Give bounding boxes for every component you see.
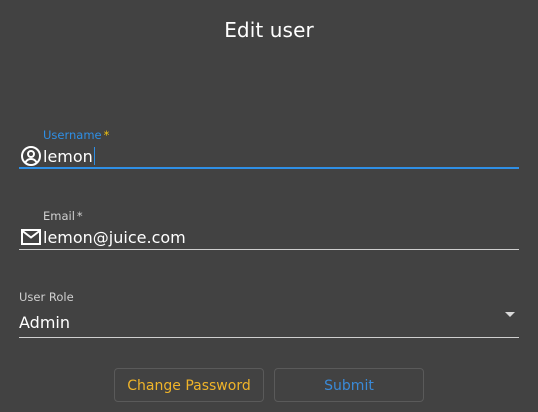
required-mark: *	[76, 209, 83, 223]
edit-user-dialog: Edit user Username * lemon Email * lemon…	[0, 0, 538, 412]
user-role-label: User Role	[19, 290, 74, 304]
account-circle-icon	[19, 144, 43, 168]
username-input[interactable]: lemon	[43, 147, 95, 166]
username-underline	[19, 167, 519, 169]
email-label: Email *	[43, 209, 83, 223]
dropdown-arrow-icon[interactable]	[505, 312, 515, 317]
text-cursor	[93, 147, 95, 165]
required-mark: *	[103, 128, 110, 142]
user-role-select[interactable]: User Role Admin	[19, 290, 519, 338]
email-underline	[19, 249, 519, 250]
username-label: Username *	[43, 128, 110, 142]
mail-icon	[19, 225, 43, 249]
change-password-button[interactable]: Change Password	[114, 368, 264, 402]
email-input[interactable]: lemon@juice.com	[43, 228, 186, 247]
user-role-underline	[19, 337, 519, 338]
user-role-value: Admin	[19, 313, 70, 332]
email-field[interactable]: Email * lemon@juice.com	[19, 209, 519, 257]
dialog-title: Edit user	[224, 18, 314, 42]
username-field[interactable]: Username * lemon	[19, 128, 519, 176]
submit-button[interactable]: Submit	[274, 368, 424, 402]
